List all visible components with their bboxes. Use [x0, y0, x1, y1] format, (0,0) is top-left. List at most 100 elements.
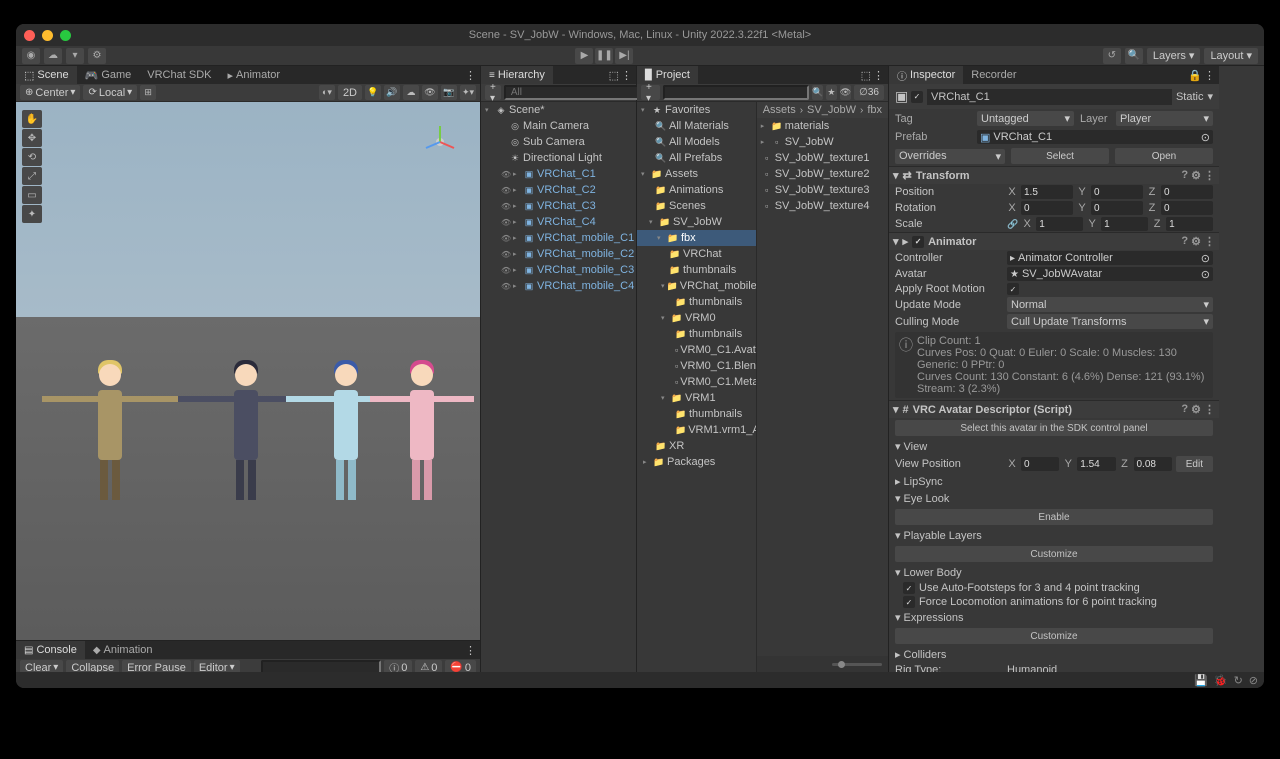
undo-history-icon[interactable]: ↺	[1103, 48, 1121, 64]
search-item[interactable]: 🔍All Materials	[637, 118, 756, 134]
controller-field[interactable]: ▸Animator Controller⊙	[1007, 251, 1213, 265]
vrc-descriptor-header[interactable]: ▾#VRC Avatar Descriptor (Script) ?⚙⋮	[889, 400, 1219, 418]
tab-animator[interactable]: ▸Animator	[219, 66, 288, 84]
customize-playable-button[interactable]: Customize	[895, 546, 1213, 562]
panel-menu-icon[interactable]: ⋮	[1204, 69, 1215, 82]
grid-snap-icon[interactable]: ⊞	[140, 85, 156, 100]
folder-item-selected[interactable]: ▾📁fbx	[637, 230, 756, 246]
file-item[interactable]: ▫VRM0_C1.AvatarDe	[637, 342, 756, 358]
minimize-window[interactable]	[42, 30, 53, 41]
orientation-gizmo[interactable]	[418, 120, 462, 164]
folder-item[interactable]: ▾📁VRM0	[637, 310, 756, 326]
autorefresh-icon[interactable]: ↻	[1234, 674, 1243, 687]
view-z[interactable]: 0.08	[1134, 457, 1172, 471]
folder-item[interactable]: ▾📁VRChat_mobile	[637, 278, 756, 294]
pivot-mode-dropdown[interactable]: ⊕Center▾	[20, 85, 80, 100]
hierarchy-item[interactable]: 👁▸▣VRChat_mobile_C3	[481, 262, 636, 278]
project-search[interactable]	[663, 85, 809, 100]
play-button[interactable]: ▶	[575, 48, 593, 64]
menu-icon[interactable]: ⋮	[1204, 235, 1215, 248]
footsteps-checkbox[interactable]: ✓	[903, 582, 915, 594]
panel-menu-icon[interactable]: ⋮	[873, 69, 884, 82]
folder-item[interactable]: 📁XR	[637, 438, 756, 454]
help-icon[interactable]: ?	[1181, 169, 1188, 182]
layout-dropdown[interactable]: Layout▾	[1204, 48, 1258, 64]
folder-item[interactable]: 📁VRChat	[637, 246, 756, 262]
cache-icon[interactable]: ⊘	[1249, 674, 1258, 687]
force-loco-checkbox[interactable]: ✓	[903, 596, 915, 608]
file-item[interactable]: ▫SV_JobW_texture3	[757, 182, 888, 198]
hierarchy-item[interactable]: 👁▸▣VRChat_mobile_C2	[481, 246, 636, 262]
tab-scene[interactable]: ⬚Scene	[16, 66, 77, 84]
folder-packages[interactable]: ▸📁Packages	[637, 454, 756, 470]
folder-item[interactable]: ▾📁SV_JobW	[637, 214, 756, 230]
file-item[interactable]: ▸📁materials	[757, 118, 888, 134]
folder-item[interactable]: 📁Scenes	[637, 198, 756, 214]
move-tool[interactable]: ✥	[22, 129, 42, 147]
breadcrumb[interactable]: Assets › SV_JobW › fbx	[757, 102, 888, 118]
rot-y[interactable]: 0	[1091, 201, 1143, 215]
file-item[interactable]: ▫SV_JobW_texture4	[757, 198, 888, 214]
rot-z[interactable]: 0	[1161, 201, 1213, 215]
search-item[interactable]: 🔍All Prefabs	[637, 150, 756, 166]
tab-inspector[interactable]: ⓘ Inspector	[889, 66, 963, 84]
hierarchy-item[interactable]: ◎Sub Camera	[481, 134, 636, 150]
project-folders[interactable]: ▾★Favorites 🔍All Materials 🔍All Models 🔍…	[637, 102, 757, 672]
view-section[interactable]: ▾View	[889, 438, 1219, 455]
lock-icon[interactable]: 🔒	[1188, 69, 1202, 82]
view-y[interactable]: 1.54	[1077, 457, 1115, 471]
select-button[interactable]: Select	[1011, 148, 1109, 164]
constrain-icon[interactable]: 🔗	[1007, 219, 1018, 230]
file-item[interactable]: ▫SV_JobW_texture2	[757, 166, 888, 182]
tab-recorder[interactable]: Recorder	[963, 66, 1024, 84]
pos-z[interactable]: 0	[1161, 185, 1213, 199]
lower-body-section[interactable]: ▾Lower Body	[889, 564, 1219, 581]
object-name-field[interactable]: VRChat_C1	[927, 89, 1172, 105]
folder-item[interactable]: 📁VRM1.vrm1_Assets	[637, 422, 756, 438]
hierarchy-item[interactable]: ☀Directional Light	[481, 150, 636, 166]
scale-z[interactable]: 1	[1166, 217, 1213, 231]
autosave-icon[interactable]: 💾	[1194, 674, 1208, 687]
folder-item[interactable]: 📁thumbnails	[637, 262, 756, 278]
close-window[interactable]	[24, 30, 35, 41]
search-item[interactable]: 🔍All Models	[637, 134, 756, 150]
customize-expressions-button[interactable]: Customize	[895, 628, 1213, 644]
file-item[interactable]: ▫VRM0_C1.MetaObje	[637, 374, 756, 390]
lipsync-section[interactable]: ▸LipSync	[889, 473, 1219, 490]
edit-view-button[interactable]: Edit	[1176, 456, 1213, 472]
file-item[interactable]: ▫SV_JobW_texture1	[757, 150, 888, 166]
hierarchy-item[interactable]: 👁▸▣VRChat_C2	[481, 182, 636, 198]
panel-menu-icon[interactable]: ⋮	[621, 69, 632, 82]
static-dropdown[interactable]: ▾	[1207, 90, 1213, 103]
mode-2d-toggle[interactable]: 2D	[338, 85, 362, 100]
help-icon[interactable]: ?	[1181, 403, 1188, 416]
draw-mode-icon[interactable]: ◐▾	[319, 85, 335, 100]
active-checkbox[interactable]: ✓	[911, 91, 923, 103]
create-dropdown[interactable]: + ▾	[641, 85, 660, 100]
tab-game[interactable]: 🎮Game	[77, 66, 140, 84]
root-motion-checkbox[interactable]: ✓	[1007, 283, 1019, 295]
scale-y[interactable]: 1	[1101, 217, 1148, 231]
menu-icon[interactable]: ⋮	[1204, 169, 1215, 182]
update-mode-dropdown[interactable]: Normal▾	[1007, 297, 1213, 312]
folder-item[interactable]: 📁Animations	[637, 182, 756, 198]
colliders-section[interactable]: ▸Colliders	[889, 646, 1219, 663]
maximize-window[interactable]	[60, 30, 71, 41]
scene-viewport[interactable]: ✋ ✥ ⟲ ⤢ ▭ ✦	[16, 102, 480, 640]
folder-favorites[interactable]: ▾★Favorites	[637, 102, 756, 118]
tab-console[interactable]: ▤ Console	[16, 641, 85, 659]
layers-dropdown[interactable]: Layers▾	[1147, 48, 1201, 64]
settings-icon[interactable]: ⚙	[88, 48, 106, 64]
help-icon[interactable]: ?	[1181, 235, 1188, 248]
folder-item[interactable]: ▾📁VRM1	[637, 390, 756, 406]
account-icon[interactable]: ◉	[22, 48, 40, 64]
hierarchy-search[interactable]	[504, 85, 650, 100]
menu-icon[interactable]: ⋮	[1204, 403, 1215, 416]
folder-assets[interactable]: ▾📁Assets	[637, 166, 756, 182]
project-files[interactable]: ▸📁materials ▸▫SV_JobW ▫SV_JobW_texture1 …	[757, 118, 888, 656]
thumbnail-size-slider[interactable]	[832, 663, 882, 666]
enable-eyelook-button[interactable]: Enable	[895, 509, 1213, 525]
rotate-tool[interactable]: ⟲	[22, 148, 42, 166]
transform-header[interactable]: ▾⇄Transform ?⚙⋮	[889, 166, 1219, 184]
rot-x[interactable]: 0	[1021, 201, 1073, 215]
